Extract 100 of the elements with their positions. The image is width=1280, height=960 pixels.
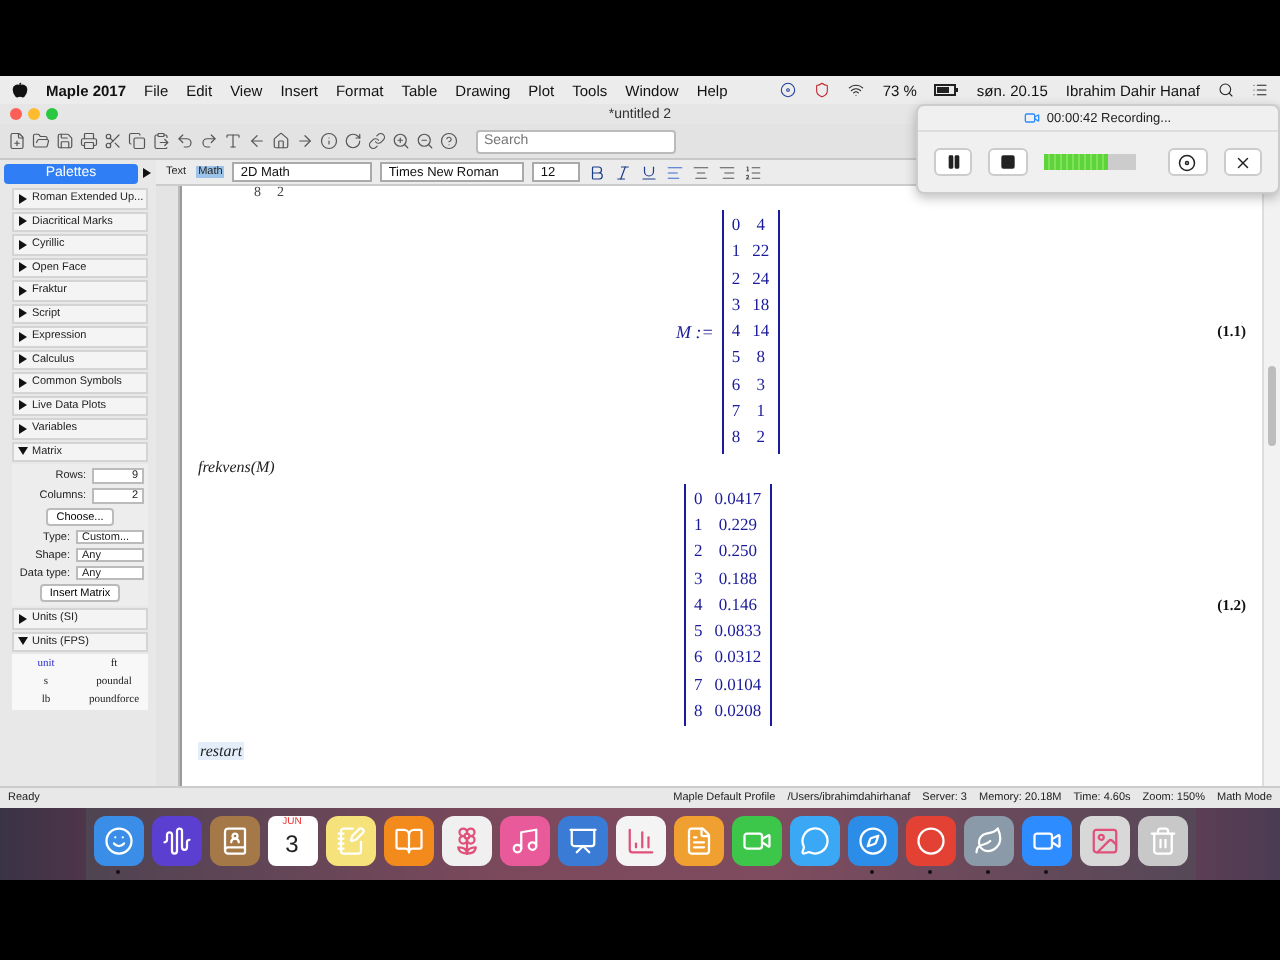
italic-icon[interactable]: [614, 163, 633, 181]
matrix-entry: 0.146: [716, 591, 759, 618]
matrix-entry: 0: [694, 485, 703, 512]
apple-logo-icon[interactable]: [12, 82, 28, 98]
matrix-entry: 0.0312: [714, 644, 762, 671]
numbered-list-icon[interactable]: [744, 163, 763, 181]
document-icon[interactable]: [673, 815, 723, 865]
folder-icon[interactable]: [32, 132, 50, 150]
zoom-out-icon[interactable]: [416, 132, 434, 150]
wifi-icon[interactable]: [848, 82, 865, 98]
list-icon[interactable]: [1252, 82, 1268, 98]
paste-icon[interactable]: [152, 132, 170, 150]
matrix-entry: 4: [754, 212, 767, 238]
stop-button[interactable]: [988, 148, 1028, 176]
matrix-entry: 2: [754, 424, 767, 451]
triangle-right-icon: [18, 308, 28, 319]
redo-icon[interactable]: [200, 132, 218, 150]
address-book-icon[interactable]: [209, 815, 259, 865]
refresh-icon[interactable]: [344, 132, 362, 150]
underline-icon[interactable]: [640, 163, 659, 181]
link-icon[interactable]: [368, 132, 386, 150]
undo-icon[interactable]: [176, 132, 194, 150]
shield-icon[interactable]: [814, 82, 831, 98]
matrix-entry: 4: [694, 591, 703, 618]
bar-chart-icon[interactable]: [615, 815, 665, 865]
matrix-entry: 2: [731, 265, 741, 292]
printer-icon[interactable]: [80, 132, 98, 150]
new-file-icon[interactable]: [8, 132, 26, 150]
image-icon[interactable]: [1079, 815, 1129, 865]
close-icon: [1233, 153, 1252, 171]
trash-icon[interactable]: [1137, 815, 1187, 865]
video-camera-icon: [1024, 110, 1041, 126]
info-icon[interactable]: [320, 132, 338, 150]
triangle-right-icon: [18, 262, 28, 273]
matrix-entry: 0.0104: [714, 671, 762, 698]
triangle-right-icon: [18, 285, 28, 296]
triangle-right-icon: [18, 613, 28, 624]
matrix-entry: 4: [731, 318, 741, 345]
disc-icon: [1178, 153, 1197, 171]
video-camera-icon[interactable]: [1021, 815, 1071, 865]
matrix-entry: 0.0417: [714, 485, 762, 512]
triangle-right-icon: [18, 239, 28, 250]
matrix-entry: 0.0208: [714, 698, 762, 725]
triangle-down-icon: [18, 636, 28, 647]
smiling-face-icon[interactable]: [93, 815, 143, 865]
triangle-right-icon: [18, 331, 28, 342]
matrix-entry: 0: [731, 212, 741, 238]
matrix-entry: 6: [694, 644, 703, 671]
battery-icon[interactable]: [934, 84, 959, 96]
waveform-icon[interactable]: [151, 815, 201, 865]
matrix-entry: 7: [694, 671, 703, 698]
music-note-icon[interactable]: [499, 815, 549, 865]
matrix-entry: 24: [752, 265, 770, 292]
record-icon[interactable]: [780, 82, 797, 98]
bold-icon[interactable]: [588, 163, 607, 181]
matrix-entry: 3: [754, 371, 767, 398]
pause-button[interactable]: [934, 148, 973, 176]
align-right-icon[interactable]: [718, 163, 737, 181]
speech-bubble-icon[interactable]: [789, 815, 839, 865]
camera-button[interactable]: [1168, 148, 1208, 176]
left-arrow-icon[interactable]: [248, 132, 266, 150]
close-button[interactable]: [1223, 148, 1263, 176]
video-camera-icon[interactable]: [731, 815, 781, 865]
home-icon[interactable]: [272, 132, 290, 150]
matrix-entry: 5: [731, 344, 741, 371]
matrix-entry: 6: [731, 371, 741, 398]
align-center-icon[interactable]: [692, 163, 711, 181]
stop-icon: [1000, 154, 1017, 170]
triangle-right-icon: [18, 193, 28, 204]
search-icon[interactable]: [1218, 82, 1234, 98]
matrix-entry: 5: [694, 618, 703, 645]
leaf-icon[interactable]: [963, 815, 1013, 865]
matrix-entry: 18: [752, 291, 770, 318]
compass-icon[interactable]: [847, 815, 897, 865]
input-command[interactable]: restart: [198, 742, 245, 761]
help-icon[interactable]: [440, 132, 458, 150]
open-book-icon[interactable]: [383, 815, 433, 865]
text-icon[interactable]: [224, 132, 242, 150]
triangle-right-icon: [18, 400, 28, 411]
zoom-in-icon[interactable]: [392, 132, 410, 150]
matrix-entry: 0.229: [716, 511, 759, 538]
presentation-icon[interactable]: [557, 815, 607, 865]
save-icon[interactable]: [56, 132, 74, 150]
notepad-icon[interactable]: [325, 815, 375, 865]
matrix-entry: 22: [752, 238, 770, 265]
triangle-right-icon: [18, 354, 28, 365]
triangle-right-icon: [18, 423, 28, 434]
pause-icon: [945, 154, 962, 170]
scrollbar[interactable]: [1262, 186, 1280, 786]
matrix-entry: 1: [754, 398, 767, 425]
scissors-icon[interactable]: [104, 132, 122, 150]
matrix-entry: 0.0833: [714, 618, 762, 645]
copy-icon[interactable]: [128, 132, 146, 150]
align-left-icon[interactable]: [666, 163, 685, 181]
triangle-right-icon: [18, 377, 28, 388]
matrix-entry: 1: [694, 511, 703, 538]
flower-icon[interactable]: [441, 815, 491, 865]
input-command[interactable]: frekvens(M): [198, 457, 1246, 476]
right-arrow-icon[interactable]: [296, 132, 314, 150]
triangle-right-icon: [142, 168, 152, 178]
